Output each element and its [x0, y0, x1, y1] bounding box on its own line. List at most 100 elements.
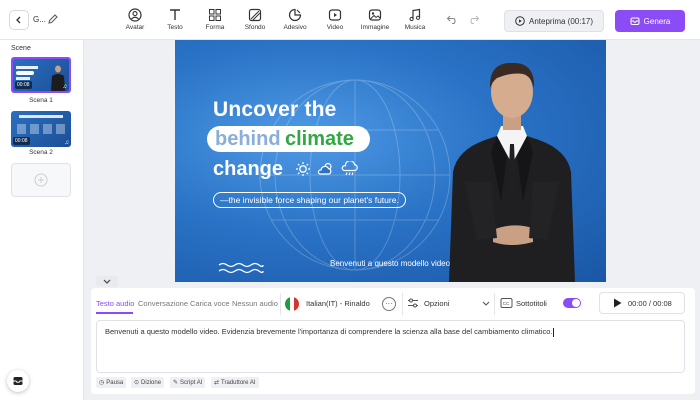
script-text: Benvenuti a questo modello video. Eviden…: [105, 327, 553, 336]
audio-time: 00:00 / 00:08: [628, 298, 672, 308]
play-circle-icon: [515, 16, 525, 26]
subtitles-toggle[interactable]: [563, 298, 581, 308]
headline-word-behind[interactable]: behind: [215, 128, 281, 151]
collapse-panel-toggle[interactable]: [96, 276, 118, 287]
back-button[interactable]: [9, 10, 29, 30]
divider: [494, 293, 495, 315]
video-canvas[interactable]: Uncover the behind climate change —the i…: [175, 40, 606, 282]
tool-sticker[interactable]: Adesivo: [278, 8, 312, 31]
inbox-icon: [13, 377, 23, 385]
tool-image[interactable]: Immagine: [358, 8, 392, 31]
scene-1-duration: 00:08: [15, 81, 32, 89]
text-icon: [170, 9, 180, 20]
translator-ai-chip[interactable]: ⇄ Traduttore AI: [211, 377, 259, 388]
shapes-icon: [209, 9, 221, 21]
sliders-icon: [408, 298, 418, 308]
tool-text-label: Testo: [167, 24, 183, 31]
redo-icon[interactable]: [467, 13, 480, 25]
tool-sticker-label: Adesivo: [283, 24, 307, 31]
tool-text[interactable]: Testo: [158, 8, 192, 31]
tool-background[interactable]: Sfondo: [238, 8, 272, 31]
italy-flag-icon: [285, 297, 299, 311]
divider: [280, 293, 281, 315]
subtitles-label: Sottotitoli: [516, 299, 547, 308]
scene-sidebar: Scene 00:08 ♫ Scena 1 00:08 ♫ Scena 2: [0, 40, 84, 400]
dictation-icon: ⊙: [134, 380, 140, 386]
preview-button[interactable]: Anteprima (00:17): [504, 10, 604, 32]
headline-line-3[interactable]: change: [213, 158, 283, 181]
script-ai-chip[interactable]: ✎ Script AI: [170, 377, 206, 388]
script-ai-label: Script AI: [180, 379, 203, 386]
waves-icon: [218, 262, 264, 274]
music-note-icon: ♫: [62, 84, 68, 90]
script-panel: Testo audio Conversazione Carica voce Ne…: [91, 288, 695, 394]
tool-background-label: Sfondo: [244, 24, 266, 31]
generate-label: Genera: [643, 16, 671, 26]
tool-shape[interactable]: Forma: [198, 8, 232, 31]
scene-1-label: Scena 1: [29, 97, 53, 104]
script-ai-icon: ✎: [173, 380, 179, 386]
help-chat-button[interactable]: [7, 370, 29, 392]
headline-word-climate[interactable]: climate: [285, 128, 354, 151]
options-dropdown[interactable]: Opzioni: [424, 299, 449, 308]
background-icon: [248, 8, 262, 22]
avatar-icon: [128, 8, 142, 22]
tab-conversation[interactable]: Conversazione: [138, 299, 188, 308]
preview-label: Anteprima (00:17): [528, 16, 594, 26]
audio-player[interactable]: 00:00 / 00:08: [599, 292, 685, 314]
closed-captions-icon: CC: [500, 298, 513, 308]
pause-chip[interactable]: ◷ Pausa: [96, 377, 127, 388]
generate-button[interactable]: Genera: [615, 10, 685, 32]
sun-icon: [296, 162, 310, 176]
chevron-down-icon: [103, 279, 111, 284]
scene-thumbnail-2[interactable]: 00:08 ♫: [11, 111, 71, 147]
tool-shape-label: Forma: [205, 24, 225, 31]
tool-video-label: Video: [326, 24, 344, 31]
music-note-icon: ♫: [64, 140, 70, 146]
chevron-down-icon[interactable]: [482, 301, 490, 307]
video-icon: [328, 9, 342, 21]
partly-cloudy-icon: [317, 162, 332, 175]
play-icon[interactable]: [613, 298, 622, 308]
active-tab-indicator: [96, 312, 133, 314]
scene-thumbnail-1[interactable]: 00:08 ♫: [11, 57, 71, 93]
voice-selector[interactable]: Italian(IT) - Rinaldo: [306, 299, 370, 308]
scenes-heading: Scene: [11, 45, 31, 52]
tab-upload-voice[interactable]: Carica voce: [190, 299, 230, 308]
clock-icon: ◷: [99, 380, 105, 386]
music-icon: [409, 8, 421, 22]
avatar-presenter[interactable]: [437, 52, 587, 282]
canvas-caption[interactable]: Benvenuti a questo modello video.: [330, 259, 452, 268]
tool-music[interactable]: Musica: [398, 8, 432, 31]
dictation-label: Dizione: [141, 379, 162, 386]
plus-circle-icon: [34, 173, 48, 187]
translator-label: Traduttore AI: [221, 379, 256, 386]
tool-avatar-label: Avatar: [125, 24, 145, 31]
dictation-chip[interactable]: ⊙ Dizione: [131, 377, 165, 388]
undo-icon[interactable]: [446, 13, 459, 25]
voice-more-button[interactable]: ···: [382, 297, 396, 311]
pause-label: Pausa: [106, 379, 124, 386]
tool-avatar[interactable]: Avatar: [118, 8, 152, 31]
tab-audio-text[interactable]: Testo audio: [96, 299, 134, 308]
svg-text:CC: CC: [503, 301, 510, 306]
top-toolbar: G... Avatar Testo Forma Sfondo Adesivo V…: [0, 0, 700, 40]
tool-music-label: Musica: [404, 24, 426, 31]
generate-icon: [630, 17, 640, 25]
translator-icon: ⇄: [214, 380, 220, 386]
image-icon: [368, 9, 382, 21]
divider: [402, 293, 403, 315]
script-textarea[interactable]: Benvenuti a questo modello video. Eviden…: [96, 320, 685, 373]
scene-2-label: Scena 2: [29, 149, 53, 156]
canvas-subtitle[interactable]: —the invisible force shaping our planet'…: [213, 192, 406, 208]
tab-no-audio[interactable]: Nessun audio: [232, 299, 278, 308]
tool-image-label: Immagine: [360, 24, 390, 31]
tool-video[interactable]: Video: [318, 8, 352, 31]
pencil-icon[interactable]: [47, 13, 59, 25]
project-name[interactable]: G...: [33, 15, 46, 24]
scene-2-duration: 00:08: [13, 137, 30, 145]
text-cursor: [552, 327, 554, 337]
headline-line-1[interactable]: Uncover the: [213, 98, 337, 122]
toggle-knob: [572, 299, 580, 307]
add-scene-button[interactable]: [11, 163, 71, 197]
